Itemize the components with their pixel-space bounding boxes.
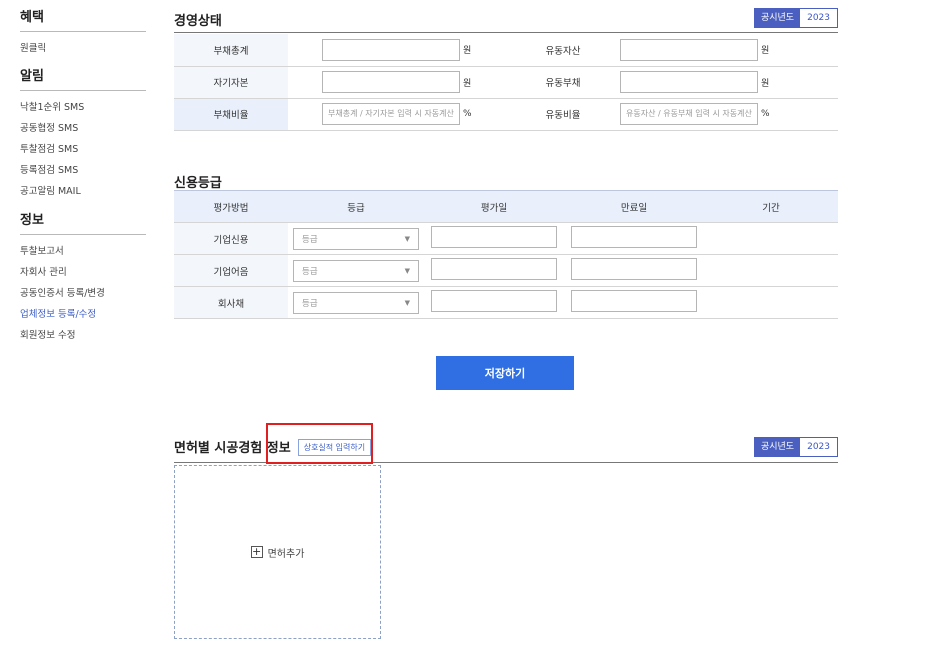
table-row: 기업어음 등급 ▼: [174, 254, 838, 287]
grade-select[interactable]: 등급 ▼: [293, 227, 419, 250]
expiry-date-input[interactable]: [571, 226, 697, 248]
year-label: 공시년도: [754, 9, 801, 27]
equity-input[interactable]: [322, 71, 460, 93]
sidebar-item-company-info[interactable]: 업체정보 등록/수정: [20, 304, 146, 325]
row-label: 기업어음: [174, 254, 288, 287]
table-row: 자기자본 원 유동부채 원: [174, 66, 838, 99]
year-label: 공시년도: [754, 438, 801, 456]
period-cell: [704, 286, 838, 319]
save-button[interactable]: 저장하기: [436, 356, 574, 390]
period-cell: [704, 254, 838, 287]
add-license-label: 면허추가: [267, 548, 305, 560]
experience-year-selector[interactable]: 공시년도 2023: [753, 437, 838, 457]
sidebar-item-notice-mail[interactable]: 공고알림 MAIL: [20, 181, 146, 202]
row-label: 자기자본: [174, 66, 288, 99]
grade-placeholder: 등급: [302, 266, 318, 277]
evaluation-date-input[interactable]: [431, 290, 557, 312]
unit-label: %: [463, 109, 472, 119]
unit-label: 원: [463, 78, 472, 89]
sidebar: 혜택 원클릭 알림 낙찰1순위 SMS 공동협정 SMS 투찰점검 SMS 등록…: [20, 0, 146, 346]
sidebar-item-bid-report[interactable]: 투찰보고서: [20, 241, 146, 262]
management-title: 경영상태: [174, 14, 222, 29]
row-label: 회사채: [174, 286, 288, 319]
credit-table: 평가방법 등급 평가일 만료일 기간 기업신용 등급 ▼ 기업어음 등급 ▼ 회사채…: [174, 190, 838, 319]
current-liabilities-input[interactable]: [620, 71, 758, 93]
column-header: 등급: [288, 190, 424, 223]
sidebar-section-title: 알림: [20, 67, 146, 91]
sidebar-item-oneclick[interactable]: 원클릭: [20, 38, 146, 59]
unit-label: 원: [761, 78, 770, 89]
row-label: 기업신용: [174, 222, 288, 255]
column-header: 기간: [704, 190, 838, 223]
sidebar-section-title: 정보: [20, 211, 146, 235]
year-value: 2023: [800, 9, 837, 27]
column-header: 만료일: [564, 190, 704, 223]
sidebar-section-benefit: 혜택 원클릭: [20, 8, 146, 59]
sidebar-item-subsidiary[interactable]: 자회사 관리: [20, 262, 146, 283]
column-header: 평가일: [424, 190, 564, 223]
unit-label: %: [761, 109, 770, 119]
sidebar-section-alert: 알림 낙찰1순위 SMS 공동협정 SMS 투찰점검 SMS 등록점검 SMS …: [20, 67, 146, 202]
current-ratio-input: 유동자산 / 유동부채 입력 시 자동계산: [620, 103, 758, 125]
evaluation-date-input[interactable]: [431, 226, 557, 248]
row-label: 유동비율: [506, 98, 620, 131]
sidebar-item-certificate[interactable]: 공동인증서 등록/변경: [20, 283, 146, 304]
expiry-date-input[interactable]: [571, 290, 697, 312]
unit-label: 원: [463, 46, 472, 57]
chevron-down-icon: ▼: [404, 266, 410, 275]
management-year-selector[interactable]: 공시년도 2023: [753, 8, 838, 28]
table-header-row: 평가방법 등급 평가일 만료일 기간: [174, 190, 838, 223]
sidebar-item-reg-check-sms[interactable]: 등록점검 SMS: [20, 160, 146, 181]
add-license-button[interactable]: + 면허추가: [174, 465, 381, 639]
column-header: 평가방법: [174, 190, 288, 223]
grade-placeholder: 등급: [302, 234, 318, 245]
expiry-date-input[interactable]: [571, 258, 697, 280]
table-row: 회사채 등급 ▼: [174, 286, 838, 319]
debt-ratio-input: 부채총계 / 자기자본 입력 시 자동계산: [322, 103, 460, 125]
table-row: 부채비율 부채총계 / 자기자본 입력 시 자동계산% 유동비율 유동자산 / …: [174, 98, 838, 131]
grade-select[interactable]: 등급 ▼: [293, 259, 419, 282]
sidebar-item-joint-sms[interactable]: 공동협정 SMS: [20, 118, 146, 139]
table-row: 부채총계 원 유동자산 원: [174, 34, 838, 67]
row-label: 부채총계: [174, 34, 288, 67]
highlight-box: [266, 423, 373, 464]
period-cell: [704, 222, 838, 255]
plus-icon: +: [250, 545, 263, 558]
table-row: 기업신용 등급 ▼: [174, 222, 838, 255]
sidebar-item-bid-check-sms[interactable]: 투찰점검 SMS: [20, 139, 146, 160]
evaluation-date-input[interactable]: [431, 258, 557, 280]
credit-title: 신용등급: [174, 176, 222, 191]
management-header: 경영상태 공시년도 2023: [174, 8, 838, 33]
grade-select[interactable]: 등급 ▼: [293, 291, 419, 314]
debt-total-input[interactable]: [322, 38, 460, 61]
grade-placeholder: 등급: [302, 298, 318, 309]
sidebar-section-info: 정보 투찰보고서 자회사 관리 공동인증서 등록/변경 업체정보 등록/수정 회…: [20, 211, 146, 346]
unit-label: 원: [761, 46, 770, 57]
sidebar-item-member-info[interactable]: 회원정보 수정: [20, 325, 146, 346]
current-assets-input[interactable]: [620, 38, 758, 61]
chevron-down-icon: ▼: [404, 234, 410, 243]
chevron-down-icon: ▼: [404, 298, 410, 307]
year-value: 2023: [800, 438, 837, 456]
sidebar-item-first-bid-sms[interactable]: 낙찰1순위 SMS: [20, 97, 146, 118]
row-label: 부채비율: [174, 98, 288, 131]
management-table: 부채총계 원 유동자산 원 자기자본 원 유동부채 원 부채비율 부채총계 / …: [174, 34, 838, 131]
sidebar-section-title: 혜택: [20, 8, 146, 32]
row-label: 유동부채: [506, 66, 620, 99]
row-label: 유동자산: [506, 34, 620, 67]
